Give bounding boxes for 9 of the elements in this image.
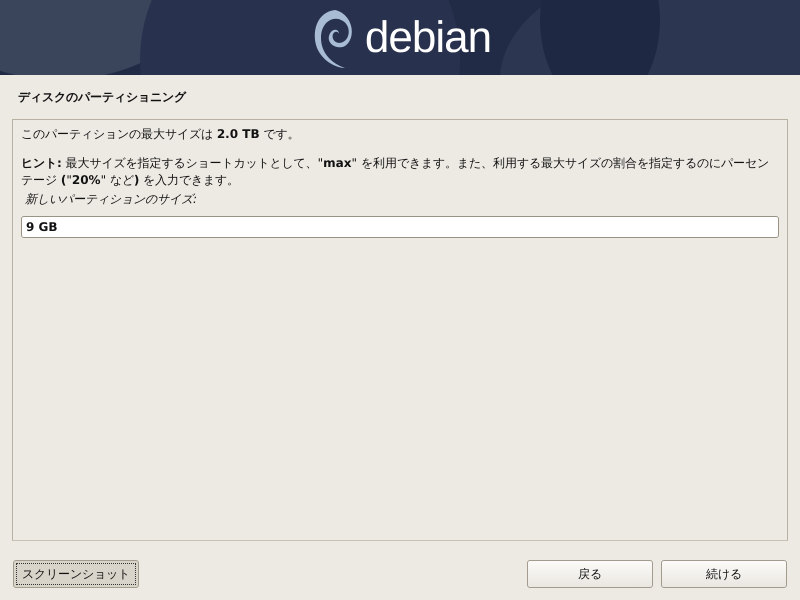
- dialog-button[interactable]: 続ける: [661, 560, 787, 588]
- logo-text: debian: [364, 16, 492, 60]
- info-text: このパーティションの最大サイズは 2.0 TB です。: [21, 126, 300, 143]
- field-label: 新しいパーティションのサイズ:: [24, 191, 198, 208]
- page-title: ディスクのパーティショニング: [17, 89, 188, 106]
- size-input-field[interactable]: 9 GB: [21, 216, 779, 238]
- dialog-button[interactable]: スクリーンショット: [13, 560, 139, 588]
- hint-text: ヒント: 最大サイズを指定するショートカットとして、"max" を利用できます。また、利用する最大サイズの割合を指定するのにパーセンテージ ("20%" など) を入力できます。: [21, 155, 770, 189]
- dialog-button[interactable]: 戻る: [527, 560, 653, 588]
